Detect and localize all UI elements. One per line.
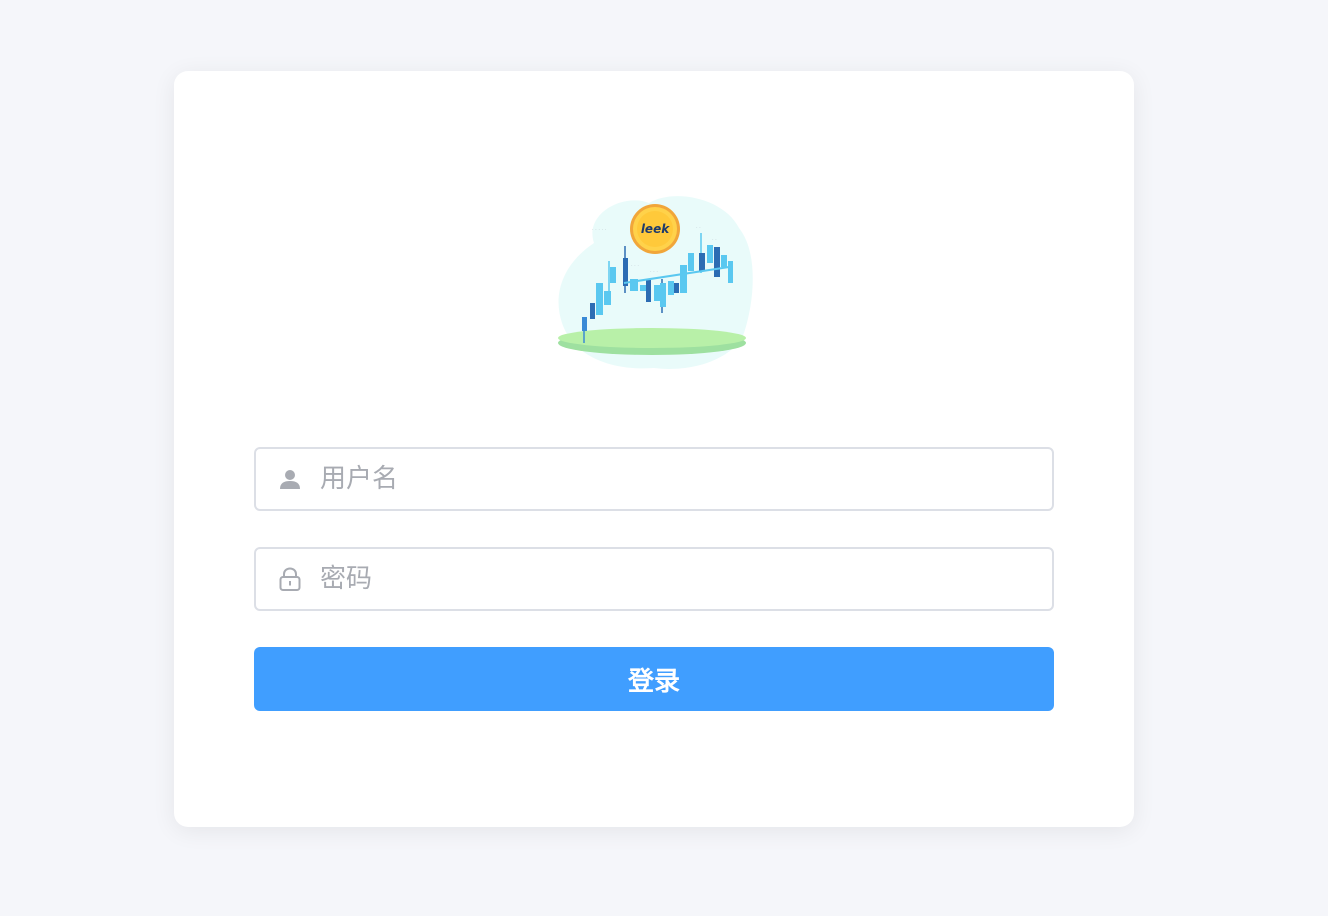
- username-field[interactable]: [254, 447, 1054, 511]
- login-button[interactable]: 登录: [254, 647, 1054, 711]
- svg-text:· ·: · ·: [712, 237, 717, 243]
- logo-coin-text: leek: [641, 222, 670, 236]
- svg-text:· · ·: · · ·: [650, 269, 658, 275]
- login-card: · · · · · · · · · · · · · · · leek 用户名 登…: [174, 71, 1134, 827]
- svg-text:· · · · ·: · · · · ·: [592, 227, 607, 233]
- lock-icon: [278, 567, 302, 591]
- password-input[interactable]: [320, 549, 1052, 609]
- user-icon: [278, 467, 302, 491]
- username-input[interactable]: [320, 449, 1052, 509]
- svg-text:· ·: · ·: [696, 225, 701, 231]
- password-field[interactable]: [254, 547, 1054, 611]
- svg-text:· · ·: · · ·: [631, 263, 639, 269]
- leek-logo-illustration: · · · · · · · · · · · · · · · leek: [554, 183, 756, 375]
